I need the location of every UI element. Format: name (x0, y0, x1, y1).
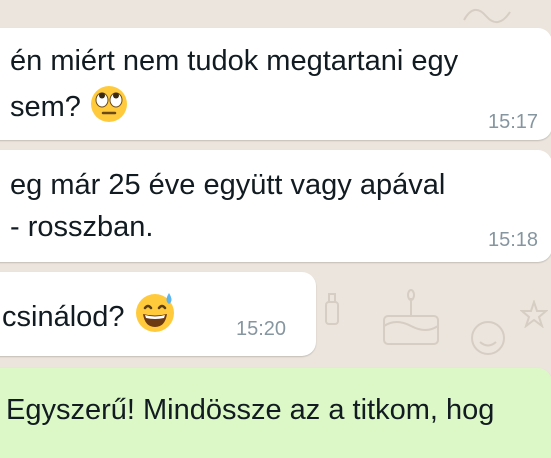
doodle-cake-icon (383, 289, 439, 345)
message-text: csinálod? (2, 290, 177, 346)
message-text: én miért nem tudok megtartani egy (10, 45, 459, 77)
doodle-bottle-icon (325, 293, 339, 325)
message-bubble-outgoing[interactable]: Egyszerű! Mindössze az a titkom, hog (0, 368, 551, 458)
message-text: sem? (10, 84, 129, 136)
message-text: eg már 25 éve együtt vagy apával (10, 169, 446, 201)
message-text: Egyszerű! Mindössze az a titkom, hog (6, 394, 495, 426)
message-bubble-incoming[interactable]: csinálod? 15:20 (0, 272, 316, 356)
message-text: - rosszban. (10, 211, 154, 243)
doodle-face-icon (471, 321, 505, 355)
face-with-rolling-eyes-icon (89, 84, 129, 136)
message-bubble-incoming[interactable]: én miért nem tudok megtartani egy sem? 1… (0, 28, 551, 140)
message-time: 15:20 (236, 318, 287, 340)
grinning-face-with-sweat-icon (133, 290, 177, 346)
doodle-swirl-icon (463, 9, 511, 23)
message-time: 15:18 (488, 229, 539, 251)
doodle-star-icon (520, 300, 548, 328)
message-time: 15:17 (488, 111, 539, 133)
message-bubble-incoming[interactable]: eg már 25 éve együtt vagy apával - rossz… (0, 150, 551, 262)
